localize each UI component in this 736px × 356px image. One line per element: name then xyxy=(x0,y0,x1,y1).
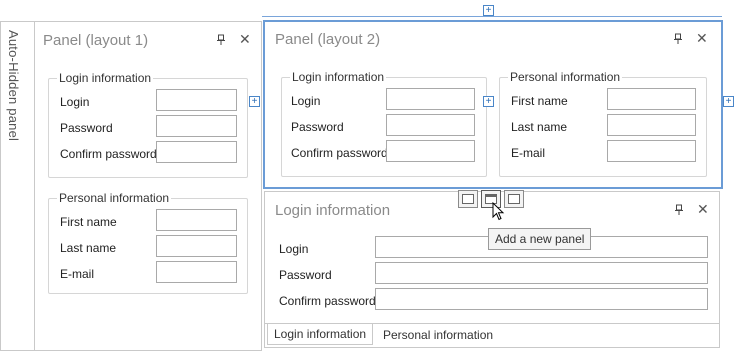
login-information-group: Login information Login Password Confirm… xyxy=(48,71,248,178)
password-label: Password xyxy=(60,121,113,135)
dock-tabbed-icon[interactable] xyxy=(504,190,524,208)
panel-title: Panel (layout 1) xyxy=(43,32,149,49)
insert-right-plus-icon[interactable]: + xyxy=(723,96,734,107)
last-name-input[interactable] xyxy=(156,235,237,257)
login-label: Login xyxy=(60,95,90,109)
tab-personal-information[interactable]: Personal information xyxy=(377,325,499,345)
insert-top-plus-icon[interactable]: + xyxy=(483,5,494,16)
insert-left-plus-icon[interactable]: + xyxy=(249,96,260,107)
first-name-label: First name xyxy=(60,215,117,229)
auto-hidden-panel-tab[interactable]: Auto-Hidden panel xyxy=(0,21,34,351)
confirm-password-input[interactable] xyxy=(156,141,237,163)
confirm-password-input[interactable] xyxy=(375,288,708,310)
tab-label: Personal information xyxy=(383,328,494,342)
tooltip: Add a new panel xyxy=(488,228,592,250)
pin-icon[interactable] xyxy=(215,34,227,46)
mouse-cursor-icon xyxy=(492,202,505,221)
close-icon[interactable]: ✕ xyxy=(697,202,709,216)
panel-title: Login information xyxy=(275,202,391,219)
auto-hidden-panel-label: Auto-Hidden panel xyxy=(6,30,21,142)
login-input[interactable] xyxy=(156,89,237,111)
tab-login-information[interactable]: Login information xyxy=(267,324,374,345)
panel-layout-1: Panel (layout 1) ✕ Login information Log… xyxy=(34,21,262,351)
last-name-label: Last name xyxy=(60,241,117,255)
group-caption: Login information xyxy=(57,71,154,85)
confirm-password-label: Confirm password xyxy=(279,294,376,308)
close-icon[interactable]: ✕ xyxy=(239,32,251,46)
first-name-input[interactable] xyxy=(156,209,237,231)
insert-middle-plus-icon[interactable]: + xyxy=(483,96,494,107)
email-label: E-mail xyxy=(60,267,95,281)
dock-panel-icon[interactable] xyxy=(458,190,478,208)
email-input[interactable] xyxy=(156,261,237,283)
tab-label: Login information xyxy=(274,327,367,341)
password-label: Password xyxy=(279,268,332,282)
personal-information-group: Personal information First name Last nam… xyxy=(48,191,248,294)
password-input[interactable] xyxy=(375,262,708,284)
group-caption: Personal information xyxy=(57,191,172,205)
tooltip-text: Add a new panel xyxy=(495,232,585,246)
login-label: Login xyxy=(279,242,309,256)
pin-icon[interactable] xyxy=(673,204,685,216)
selection-top-line xyxy=(262,16,722,17)
confirm-password-label: Confirm password xyxy=(60,147,157,161)
password-input[interactable] xyxy=(156,115,237,137)
